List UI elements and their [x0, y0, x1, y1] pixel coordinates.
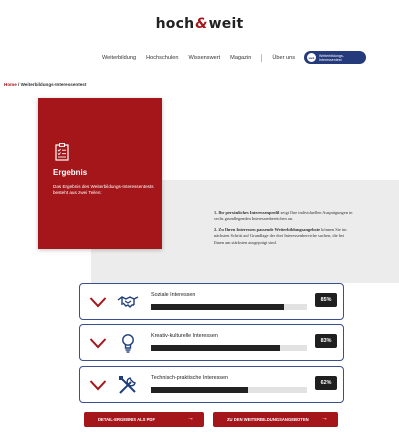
explanation-paragraph-2: 2. Zu Ihren Interessen passende Weiterbi… [214, 227, 354, 246]
nav-item-wissenswert[interactable]: Wissenswert [188, 55, 220, 61]
breadcrumb-current: Weiterbildungs-Interessentest [20, 82, 87, 87]
interest-percent-badge: 85% [315, 293, 337, 307]
interessentest-button-label: Weiterbildungs- Interessentest [319, 54, 344, 62]
arrow-right-icon: → [187, 415, 194, 422]
lightbulb-icon [117, 332, 139, 359]
interessentest-button[interactable]: weit Weiterbildungs- Interessentest [304, 51, 366, 64]
main-navigation: Weiterbildung Hochschulen Wissenswert Ma… [102, 54, 295, 62]
interest-progress-bar [151, 345, 307, 351]
interest-progress-bar [151, 304, 307, 310]
interest-row-technisch[interactable]: Technisch-praktische Interessen 62% [79, 366, 344, 403]
chevron-down-icon[interactable] [89, 336, 107, 354]
nav-item-weiterbildung[interactable]: Weiterbildung [102, 55, 136, 61]
result-card: Ergebnis Das Ergebnis des Weiterbildungs… [38, 98, 162, 249]
explanation-1-bold: 1. Ihr persönliches Interessenprofil [214, 210, 280, 215]
result-explanation: 1. Ihr persönliches Interessenprofil zei… [214, 210, 354, 250]
interest-label: Soziale Interessen [151, 292, 196, 298]
nav-divider [261, 54, 263, 62]
interest-label: Kreativ-kulturelle Interessen [151, 333, 218, 339]
nav-item-magazin[interactable]: Magazin [230, 55, 251, 61]
interest-progress-fill [151, 387, 248, 393]
interest-percent-badge: 83% [315, 334, 337, 348]
offers-label: ZU DEN WEITERBILDUNGSANGEBOTEN [227, 417, 309, 422]
breadcrumb: Home / Weiterbildungs-Interessentest [4, 82, 86, 87]
chevron-down-icon[interactable] [89, 295, 107, 313]
breadcrumb-home-link[interactable]: Home [4, 82, 17, 87]
offers-button[interactable]: ZU DEN WEITERBILDUNGSANGEBOTEN → [213, 412, 338, 427]
nav-item-hochschulen[interactable]: Hochschulen [146, 55, 178, 61]
logo-text-weit: weit [208, 16, 244, 32]
site-logo[interactable]: hoch&weit [0, 16, 399, 32]
nav-item-ueber-uns[interactable]: Über uns [272, 55, 295, 61]
pdf-download-label: DETAIL-ERGEBNIS ALS PDF [98, 417, 155, 422]
explanation-paragraph-1: 1. Ihr persönliches Interessenprofil zei… [214, 210, 354, 223]
interest-row-kreativ[interactable]: Kreativ-kulturelle Interessen 83% [79, 324, 344, 361]
result-description: Das Ergebnis des Weiterbildungs-Interess… [53, 184, 154, 195]
arrow-right-icon: → [321, 415, 328, 422]
interest-percent-badge: 62% [315, 376, 337, 390]
clipboard-checklist-icon [55, 143, 69, 166]
explanation-2-bold: 2. Zu Ihren Interessen passende Weiterbi… [214, 226, 321, 232]
chevron-down-icon[interactable] [89, 378, 107, 396]
pdf-download-button[interactable]: DETAIL-ERGEBNIS ALS PDF → [84, 412, 204, 427]
logo-ampersand: & [195, 16, 208, 32]
interest-label: Technisch-praktische Interessen [151, 375, 229, 381]
weit-badge-icon: weit [307, 53, 316, 62]
logo-text-hoch: hoch [155, 16, 195, 32]
interessentest-label-line2: Interessentest [319, 57, 342, 62]
tools-icon [117, 374, 139, 401]
interest-row-soziale[interactable]: Soziale Interessen 85% [79, 283, 344, 320]
result-title: Ergebnis [53, 168, 88, 177]
interest-progress-bar [151, 387, 307, 393]
handshake-icon [117, 291, 139, 318]
interest-progress-fill [151, 304, 284, 310]
interest-progress-fill [151, 345, 281, 351]
